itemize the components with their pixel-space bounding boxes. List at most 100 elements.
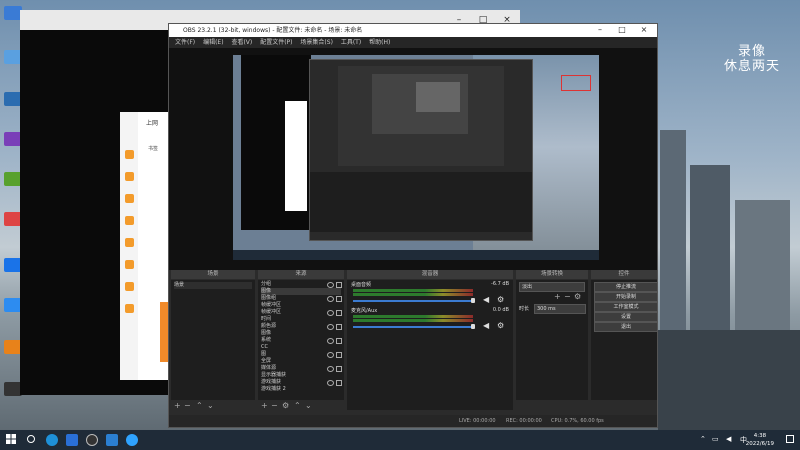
source-settings-icon[interactable]: ⚙ xyxy=(282,401,289,410)
source-item[interactable]: 帧缓冲区 xyxy=(261,302,281,309)
source-item[interactable]: 图 xyxy=(261,351,266,358)
visibility-eye-icon[interactable] xyxy=(327,324,334,330)
app-icon[interactable] xyxy=(125,194,134,203)
transition-select[interactable]: 淡出 xyxy=(519,282,585,292)
lock-icon[interactable] xyxy=(336,296,342,302)
menu-tools[interactable]: 工具(T) xyxy=(341,37,361,48)
speaker-icon[interactable]: ◀ xyxy=(483,295,489,304)
browser-icon[interactable] xyxy=(126,434,138,446)
source-item[interactable]: 图像 xyxy=(261,288,341,295)
source-item[interactable]: 帧缓冲区 xyxy=(261,309,281,316)
lock-icon[interactable] xyxy=(336,380,342,386)
transition-remove-button[interactable]: − xyxy=(564,292,571,301)
volume-slider[interactable] xyxy=(353,326,473,328)
lock-icon[interactable] xyxy=(336,282,342,288)
visibility-eye-icon[interactable] xyxy=(327,338,334,344)
app-icon[interactable] xyxy=(125,282,134,291)
visibility-eye-icon[interactable] xyxy=(327,282,334,288)
search-icon[interactable] xyxy=(26,434,38,446)
app-icon[interactable] xyxy=(125,216,134,225)
duration-field[interactable]: 300 ms xyxy=(534,304,586,314)
scene-add-button[interactable]: + xyxy=(174,401,181,410)
source-item[interactable]: 图像组 xyxy=(261,295,276,302)
app-icon[interactable] xyxy=(125,172,134,181)
app-icon[interactable] xyxy=(66,434,78,446)
source-item[interactable]: 图像 xyxy=(261,330,271,337)
volume-icon[interactable]: ◀ xyxy=(726,435,731,443)
volume-meter xyxy=(353,289,473,292)
visibility-eye-icon[interactable] xyxy=(327,310,334,316)
scene-down-button[interactable]: ⌄ xyxy=(207,401,214,410)
lock-icon[interactable] xyxy=(336,338,342,344)
source-item[interactable]: 游戏捕获 xyxy=(261,379,281,386)
obs-preview[interactable] xyxy=(169,48,657,270)
transition-settings-icon[interactable]: ⚙ xyxy=(574,292,581,301)
visibility-eye-icon[interactable] xyxy=(327,380,334,386)
stop-streaming-button[interactable]: 停止推流 xyxy=(594,282,658,292)
app-icon[interactable] xyxy=(125,260,134,269)
source-item[interactable]: 全屏 xyxy=(261,358,271,365)
gear-icon[interactable]: ⚙ xyxy=(497,321,504,330)
studio-mode-button[interactable]: 工作室模式 xyxy=(594,302,658,312)
browser-window[interactable]: 上网 书签 xyxy=(120,112,170,380)
lock-icon[interactable] xyxy=(336,310,342,316)
scene-item[interactable]: 场景 xyxy=(174,282,252,289)
source-add-button[interactable]: + xyxy=(261,401,268,410)
settings-button[interactable]: 设置 xyxy=(594,312,658,322)
obs-icon[interactable] xyxy=(86,434,98,446)
source-item[interactable]: 媒体源 xyxy=(261,365,276,372)
source-remove-button[interactable]: − xyxy=(271,401,278,410)
obs-window[interactable]: OBS 23.2.1 (32-bit, windows) - 配置文件: 未命名… xyxy=(168,23,658,428)
menu-profile[interactable]: 配置文件(P) xyxy=(260,37,292,48)
scene-up-button[interactable]: ⌃ xyxy=(196,401,203,410)
notification-icon[interactable] xyxy=(786,435,794,443)
windows-start-icon[interactable] xyxy=(6,434,18,446)
menu-file[interactable]: 文件(F) xyxy=(175,37,195,48)
menu-scene-collection[interactable]: 场景集合(S) xyxy=(300,37,333,48)
obs-title-bar[interactable]: OBS 23.2.1 (32-bit, windows) - 配置文件: 未命名… xyxy=(169,24,657,37)
network-icon[interactable]: ▭ xyxy=(712,435,719,443)
exit-button[interactable]: 退出 xyxy=(594,322,658,332)
source-item[interactable]: CC xyxy=(261,344,268,351)
lock-icon[interactable] xyxy=(336,324,342,330)
volume-slider[interactable] xyxy=(353,300,473,302)
wallpaper-line2: 休息两天 xyxy=(724,59,781,74)
preview-taskbar xyxy=(233,250,599,260)
volume-slider-knob[interactable] xyxy=(471,298,475,303)
lock-icon[interactable] xyxy=(336,352,342,358)
transition-add-button[interactable]: + xyxy=(554,292,561,301)
source-item[interactable]: 系统 xyxy=(261,337,271,344)
source-item[interactable]: 颜色源 xyxy=(261,323,276,330)
controls-dock: 停止推流 开始录制 工作室模式 设置 退出 xyxy=(591,280,658,400)
clock[interactable]: 4:38 2022/6/19 xyxy=(746,432,774,448)
menu-help[interactable]: 帮助(H) xyxy=(369,37,390,48)
app-icon[interactable] xyxy=(106,434,118,446)
visibility-eye-icon[interactable] xyxy=(327,352,334,358)
gear-icon[interactable]: ⚙ xyxy=(497,295,504,304)
source-up-button[interactable]: ⌃ xyxy=(294,401,301,410)
app-icon[interactable] xyxy=(125,150,134,159)
edge-icon[interactable] xyxy=(46,434,58,446)
source-item[interactable]: 分组 xyxy=(261,281,271,288)
wallpaper-road xyxy=(658,330,800,430)
speaker-icon[interactable]: ◀ xyxy=(483,321,489,330)
visibility-eye-icon[interactable] xyxy=(327,296,334,302)
start-recording-button[interactable]: 开始录制 xyxy=(594,292,658,302)
visibility-eye-icon[interactable] xyxy=(327,366,334,372)
source-item[interactable]: 时间 xyxy=(261,316,271,323)
preview-red-box xyxy=(561,75,591,91)
scene-remove-button[interactable]: − xyxy=(184,401,191,410)
live-time: LIVE: 00:00:00 xyxy=(459,418,496,424)
menu-view[interactable]: 查看(V) xyxy=(231,37,252,48)
volume-slider-knob[interactable] xyxy=(471,324,475,329)
app-icon[interactable] xyxy=(125,304,134,313)
menu-edit[interactable]: 编辑(E) xyxy=(203,37,223,48)
source-down-button[interactable]: ⌄ xyxy=(305,401,312,410)
source-item[interactable]: 显示器捕获 xyxy=(261,372,286,379)
bookmark-label: 书签 xyxy=(148,146,159,152)
lock-icon[interactable] xyxy=(336,366,342,372)
browser-tab-text[interactable]: 上网 xyxy=(146,118,158,127)
tray-up-icon[interactable]: ⌃ xyxy=(700,435,706,443)
source-item[interactable]: 游戏捕获 2 xyxy=(261,386,286,393)
app-icon[interactable] xyxy=(125,238,134,247)
